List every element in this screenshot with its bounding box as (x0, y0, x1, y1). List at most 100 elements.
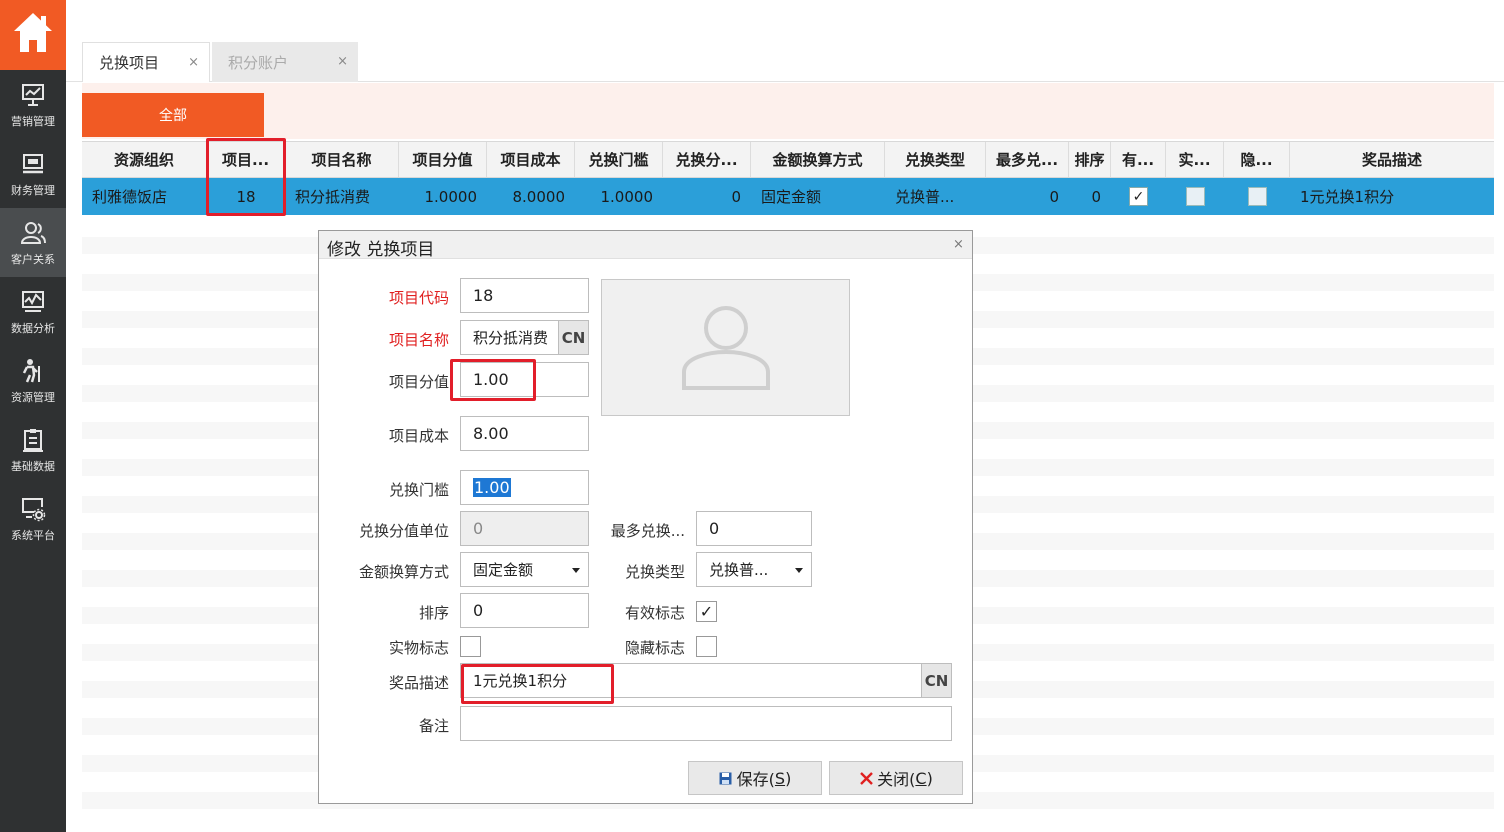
user-avatar-placeholder-icon (678, 306, 774, 394)
tab-exchange-items[interactable]: 兑换项目 × (82, 42, 210, 82)
close-icon[interactable]: × (337, 54, 348, 69)
nav-label: 营销管理 (11, 115, 55, 128)
select-value: 固定金额 (473, 561, 534, 579)
nav-finance[interactable]: 财务管理 (0, 139, 66, 208)
column-header[interactable]: 项目分值 (399, 142, 487, 177)
close-icon[interactable]: × (188, 55, 199, 70)
field-label: 项目分值 (388, 373, 449, 391)
field-label: 奖品描述 (388, 674, 449, 692)
dialog-title: 修改 兑换项目 (327, 240, 435, 260)
photo-placeholder[interactable] (601, 279, 850, 416)
chevron-down-icon (572, 568, 580, 573)
column-header[interactable]: 奖品描述 (1290, 142, 1494, 177)
filter-strip (82, 83, 1494, 139)
physical-checkbox[interactable] (1185, 187, 1205, 206)
cell-exchange-type: 兑换普... (895, 188, 955, 206)
field-label: 排序 (418, 604, 449, 622)
nav-base-data[interactable]: 基础数据 (0, 415, 66, 484)
sort-input[interactable]: 0 (460, 593, 589, 628)
nav-label: 数据分析 (11, 322, 55, 335)
close-shortcut: C (915, 768, 927, 788)
nav-resource[interactable]: 资源管理 (0, 346, 66, 415)
field-label: 兑换类型 (624, 563, 685, 581)
hidden-checkbox[interactable] (1247, 187, 1267, 206)
threshold-input[interactable]: 1.00 (460, 470, 589, 505)
save-button[interactable]: 保存(S) (688, 761, 822, 795)
cell-threshold: 1.0000 (600, 187, 654, 206)
max-exchange-input[interactable]: 0 (696, 511, 812, 546)
home-button[interactable] (0, 0, 66, 70)
nav-data-analysis[interactable]: 数据分析 (0, 277, 66, 346)
unit-input: 0 (460, 511, 589, 546)
column-header[interactable]: 兑换类型 (885, 142, 986, 177)
score-input[interactable]: 1.00 (460, 362, 589, 397)
save-shortcut: S (774, 768, 786, 788)
field-label: 备注 (418, 717, 449, 735)
column-header[interactable]: 兑换分... (663, 142, 751, 177)
valid-checkbox[interactable]: ✓ (696, 601, 717, 622)
cell-unit: 0 (731, 187, 741, 206)
cost-input[interactable]: 8.00 (460, 416, 589, 451)
cell-valid: ✓ (1111, 178, 1166, 215)
physical-checkbox[interactable] (460, 636, 481, 657)
field-label: 金额换算方式 (358, 563, 449, 581)
column-header[interactable]: 实... (1166, 142, 1224, 177)
cell-cost: 8.0000 (512, 187, 566, 206)
close-icon[interactable]: × (953, 237, 964, 252)
column-header[interactable]: 项目... (207, 142, 285, 177)
remark-input[interactable] (460, 706, 952, 741)
code-input[interactable]: 18 (460, 278, 589, 313)
chevron-down-icon (795, 568, 803, 573)
column-header[interactable]: 金额换算方式 (751, 142, 885, 177)
field-label: 隐藏标志 (624, 639, 685, 657)
field-label: 实物标志 (388, 639, 449, 657)
desc-cn-button[interactable]: CN (921, 663, 952, 698)
column-header[interactable]: 最多兑... (986, 142, 1069, 177)
select-value: 兑换普... (709, 561, 769, 579)
home-icon (11, 10, 55, 60)
nav-label: 客户关系 (11, 253, 55, 266)
monitor-icon (18, 149, 48, 179)
clipboard-icon (18, 425, 48, 455)
column-header[interactable]: 有... (1111, 142, 1166, 177)
valid-checkbox[interactable]: ✓ (1129, 187, 1148, 206)
tab-points-account[interactable]: 积分账户 × (212, 42, 358, 82)
name-input[interactable]: 积分抵消费 (460, 320, 559, 355)
edit-dialog: 修改 兑换项目 × 项目代码 18 项目名称 积分抵消费 CN 项目分值 1.0… (318, 230, 973, 804)
nav-label: 资源管理 (11, 391, 55, 404)
column-header[interactable]: 排序 (1069, 142, 1111, 177)
cell-desc: 1元兑换1积分 (1300, 188, 1395, 206)
save-icon (719, 772, 732, 785)
hidden-checkbox[interactable] (696, 636, 717, 657)
grid-header: 资源组织 项目... 项目名称 项目分值 项目成本 兑换门槛 兑换分... 金额… (82, 141, 1494, 178)
nav-customer-relations[interactable]: 客户关系 (0, 208, 66, 277)
cell-physical (1166, 178, 1224, 215)
filter-all-button[interactable]: 全部 (82, 93, 264, 137)
nav-label: 基础数据 (11, 460, 55, 473)
prize-desc-input[interactable]: 1元兑换1积分 (460, 663, 922, 698)
name-cn-button[interactable]: CN (558, 320, 589, 355)
column-header[interactable]: 项目成本 (487, 142, 575, 177)
column-header[interactable]: 兑换门槛 (575, 142, 663, 177)
users-icon (18, 218, 48, 248)
column-header[interactable]: 项目名称 (285, 142, 399, 177)
column-header[interactable]: 隐... (1224, 142, 1290, 177)
close-label: 关闭( (877, 770, 916, 789)
nav-system-platform[interactable]: 系统平台 (0, 484, 66, 553)
selected-text: 1.00 (473, 478, 511, 497)
close-button[interactable]: 关闭(C) (829, 761, 963, 795)
nav-label: 财务管理 (11, 184, 55, 197)
cell-name: 积分抵消费 (295, 188, 371, 206)
settings-monitor-icon (18, 494, 48, 524)
column-header[interactable]: 资源组织 (82, 142, 207, 177)
exchange-type-select[interactable]: 兑换普... (696, 552, 812, 587)
table-row[interactable]: 利雅德饭店 18 积分抵消费 1.0000 8.0000 1.0000 0 固定… (82, 178, 1494, 215)
field-label: 兑换门槛 (388, 481, 449, 499)
field-label: 项目名称 (388, 331, 449, 349)
calc-mode-select[interactable]: 固定金额 (460, 552, 589, 587)
close-label-end: ) (926, 768, 933, 788)
cell-max-exchange: 0 (1049, 187, 1059, 206)
nav-marketing[interactable]: 营销管理 (0, 70, 66, 139)
cell-sort: 0 (1091, 187, 1101, 206)
field-label: 最多兑换... (610, 522, 685, 540)
